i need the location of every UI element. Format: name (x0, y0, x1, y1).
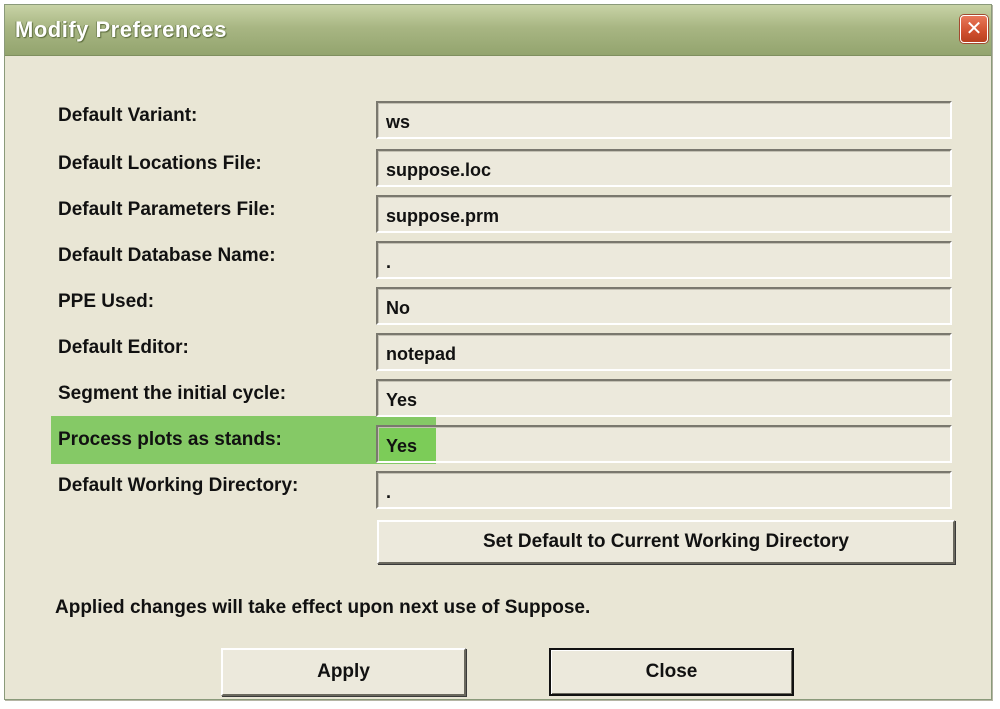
title-bar[interactable]: Modify Preferences ✕ (5, 5, 991, 56)
label-default-locations-file: Default Locations File: (58, 153, 262, 174)
set-default-working-directory-button[interactable]: Set Default to Current Working Directory (377, 520, 955, 564)
default-variant-field[interactable]: ws (376, 101, 952, 139)
window-title: Modify Preferences (15, 17, 227, 42)
label-process-plots-as-stands: Process plots as stands: (58, 429, 282, 450)
default-database-name-field[interactable]: . (376, 241, 952, 279)
segment-initial-cycle-field[interactable]: Yes (376, 379, 952, 417)
close-icon[interactable]: ✕ (960, 15, 988, 43)
modify-preferences-dialog: Modify Preferences ✕ Default Variant: ws… (4, 4, 992, 700)
default-editor-field[interactable]: notepad (376, 333, 952, 371)
label-ppe-used: PPE Used: (58, 291, 155, 312)
apply-button[interactable]: Apply (221, 648, 466, 696)
label-default-working-directory: Default Working Directory: (58, 475, 299, 496)
default-working-directory-field[interactable]: . (376, 471, 952, 509)
info-note: Applied changes will take effect upon ne… (55, 597, 591, 618)
ppe-used-field[interactable]: No (376, 287, 952, 325)
default-parameters-file-field[interactable]: suppose.prm (376, 195, 952, 233)
default-locations-file-field[interactable]: suppose.loc (376, 149, 952, 187)
label-default-database-name: Default Database Name: (58, 245, 276, 266)
label-default-variant: Default Variant: (58, 105, 198, 126)
close-button[interactable]: Close (549, 648, 794, 696)
process-plots-as-stands-field[interactable]: Yes (376, 425, 952, 463)
label-default-editor: Default Editor: (58, 337, 189, 358)
label-segment-initial-cycle: Segment the initial cycle: (58, 383, 287, 404)
label-default-parameters-file: Default Parameters File: (58, 199, 276, 220)
